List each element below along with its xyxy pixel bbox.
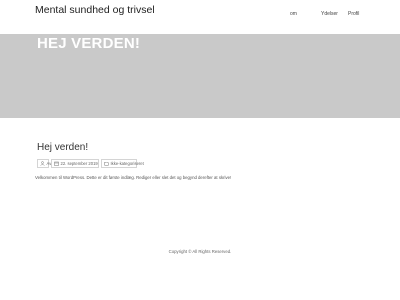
post-excerpt: Velkommen til WordPress. Dette er dit fø… bbox=[35, 175, 232, 180]
hero-banner: HEJ VERDEN! bbox=[0, 34, 400, 118]
post-date-label: 22. september 2019 bbox=[60, 161, 98, 166]
main-nav: om Ydelser Profil bbox=[0, 11, 400, 19]
post-author[interactable]: Av bbox=[37, 159, 51, 168]
post-date[interactable]: 22. september 2019 bbox=[51, 159, 99, 168]
nav-item-ydelser[interactable]: Ydelser bbox=[321, 11, 338, 17]
calendar-icon bbox=[54, 161, 59, 166]
footer-copyright: Copyright © All Rights Reserved. bbox=[168, 249, 232, 254]
post-category-label: Ikke-kategoriseret bbox=[110, 161, 144, 166]
user-icon bbox=[40, 161, 45, 166]
folder-icon bbox=[104, 161, 109, 166]
nav-item-profil[interactable]: Profil bbox=[348, 11, 359, 17]
post-title[interactable]: Hej verden! bbox=[37, 142, 88, 153]
nav-item-om[interactable]: om bbox=[290, 11, 297, 17]
hero-title: HEJ VERDEN! bbox=[37, 35, 141, 52]
post-meta: Av 22. september 2019 Ikke-kategoriseret bbox=[37, 159, 157, 169]
site-header: Mental sundhed og trivsel om Ydelser Pro… bbox=[0, 0, 400, 34]
post-category[interactable]: Ikke-kategoriseret bbox=[101, 159, 144, 168]
